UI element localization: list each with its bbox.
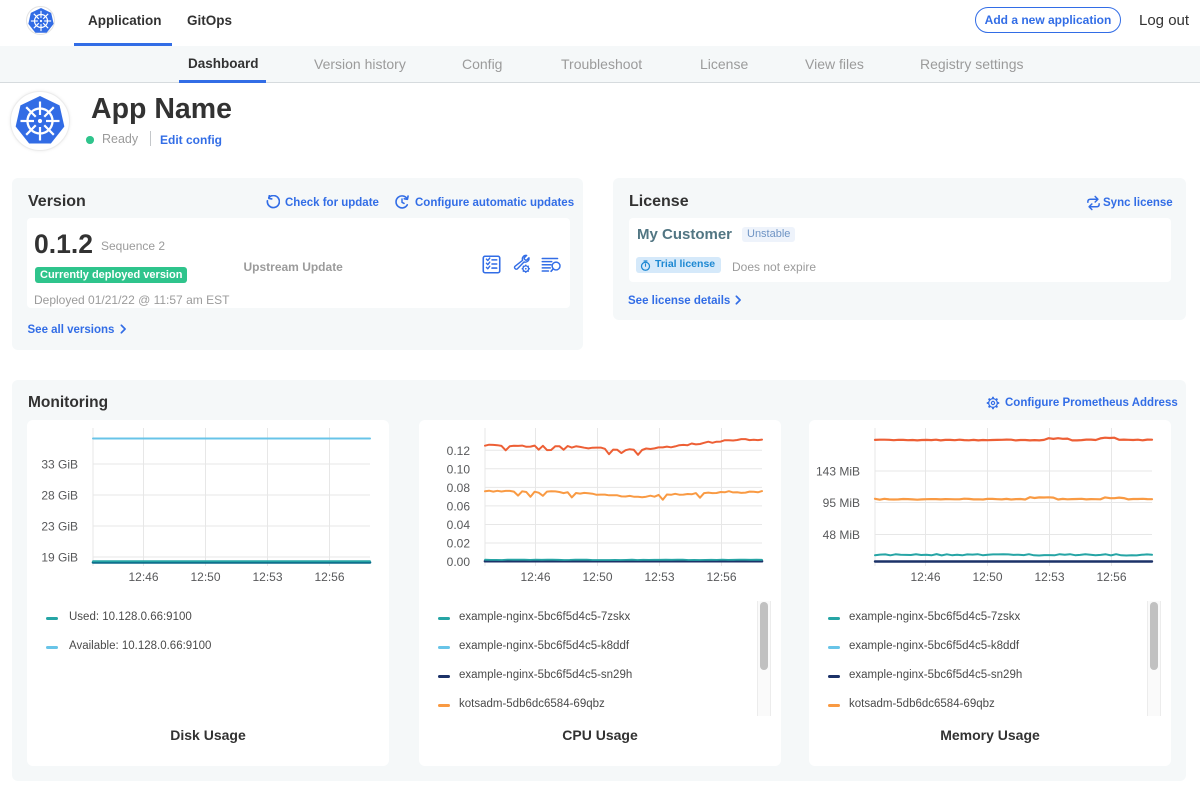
svg-text:0.12: 0.12: [447, 444, 471, 458]
svg-text:143 MiB: 143 MiB: [816, 465, 860, 479]
svg-text:12:46: 12:46: [128, 570, 158, 584]
svg-text:95 MiB: 95 MiB: [823, 496, 860, 510]
svg-text:12:56: 12:56: [314, 570, 344, 584]
svg-text:0.08: 0.08: [447, 481, 471, 495]
svg-text:28 GiB: 28 GiB: [41, 489, 78, 503]
svg-text:0.04: 0.04: [447, 518, 471, 532]
svg-text:23 GiB: 23 GiB: [41, 520, 78, 534]
svg-text:48 MiB: 48 MiB: [823, 528, 860, 542]
svg-text:19 GiB: 19 GiB: [41, 551, 78, 565]
svg-text:33 GiB: 33 GiB: [41, 458, 78, 472]
svg-text:12:56: 12:56: [1096, 570, 1126, 584]
svg-text:12:50: 12:50: [972, 570, 1002, 584]
svg-text:12:53: 12:53: [252, 570, 282, 584]
svg-text:12:50: 12:50: [582, 570, 612, 584]
svg-text:0.02: 0.02: [447, 537, 471, 551]
svg-text:0.06: 0.06: [447, 499, 471, 513]
svg-text:12:53: 12:53: [1034, 570, 1064, 584]
svg-text:0.10: 0.10: [447, 462, 471, 476]
svg-text:12:53: 12:53: [644, 570, 674, 584]
svg-text:0.00: 0.00: [447, 555, 471, 569]
svg-text:12:46: 12:46: [910, 570, 940, 584]
svg-text:12:50: 12:50: [190, 570, 220, 584]
svg-text:12:56: 12:56: [706, 570, 736, 584]
svg-text:12:46: 12:46: [520, 570, 550, 584]
